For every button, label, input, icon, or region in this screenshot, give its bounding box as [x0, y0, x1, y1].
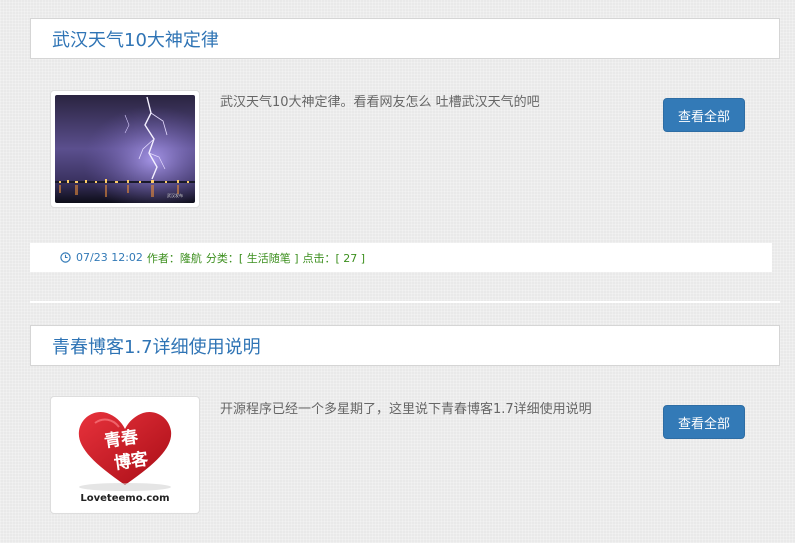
view-all-button[interactable]: 查看全部	[663, 98, 745, 132]
lightning-photo-icon: 武汉发布	[55, 95, 195, 203]
post-author: 作者：隆航	[146, 251, 202, 265]
clock-icon	[60, 252, 71, 263]
post-meta-bar: 07/23 12:02 作者：隆航 分类：[ 生活随笔 ] 点击：[ 27 ]	[30, 243, 772, 272]
post-card: 武汉天气10大神定律 武汉发布 武汉天气10大神定律。看看网友怎么 吐槽武汉天气…	[30, 18, 780, 272]
post-title-bar: 武汉天气10大神定律	[30, 18, 780, 59]
post-title-link[interactable]: 青春博客1.7详细使用说明	[52, 333, 261, 359]
post-category[interactable]: 分类：[ 生活随笔 ]	[206, 250, 299, 266]
view-all-button[interactable]: 查看全部	[663, 405, 745, 439]
post-date: 07/23 12:02	[76, 251, 143, 264]
post-title-bar: 青春博客1.7详细使用说明	[30, 325, 780, 366]
post-thumbnail[interactable]: 武汉发布	[50, 90, 200, 208]
heart-logo-icon: 青春 博客 Loveteemo.com	[55, 401, 195, 509]
post-thumbnail[interactable]: 青春 博客 Loveteemo.com	[50, 396, 200, 514]
post-divider	[30, 301, 780, 303]
post-card: 青春博客1.7详细使用说明 青春 博客 Loveteemo.com 开源程序已经…	[30, 325, 780, 514]
thumbnail-caption: 武汉发布	[167, 192, 183, 198]
logo-site-text: Loveteemo.com	[80, 493, 169, 504]
post-excerpt: 武汉天气10大神定律。看看网友怎么 吐槽武汉天气的吧	[220, 95, 540, 110]
post-clicks: 点击：[ 27 ]	[302, 251, 366, 265]
post-title-link[interactable]: 武汉天气10大神定律	[52, 26, 219, 52]
post-excerpt: 开源程序已经一个多星期了，这里说下青春博客1.7详细使用说明	[220, 402, 592, 417]
